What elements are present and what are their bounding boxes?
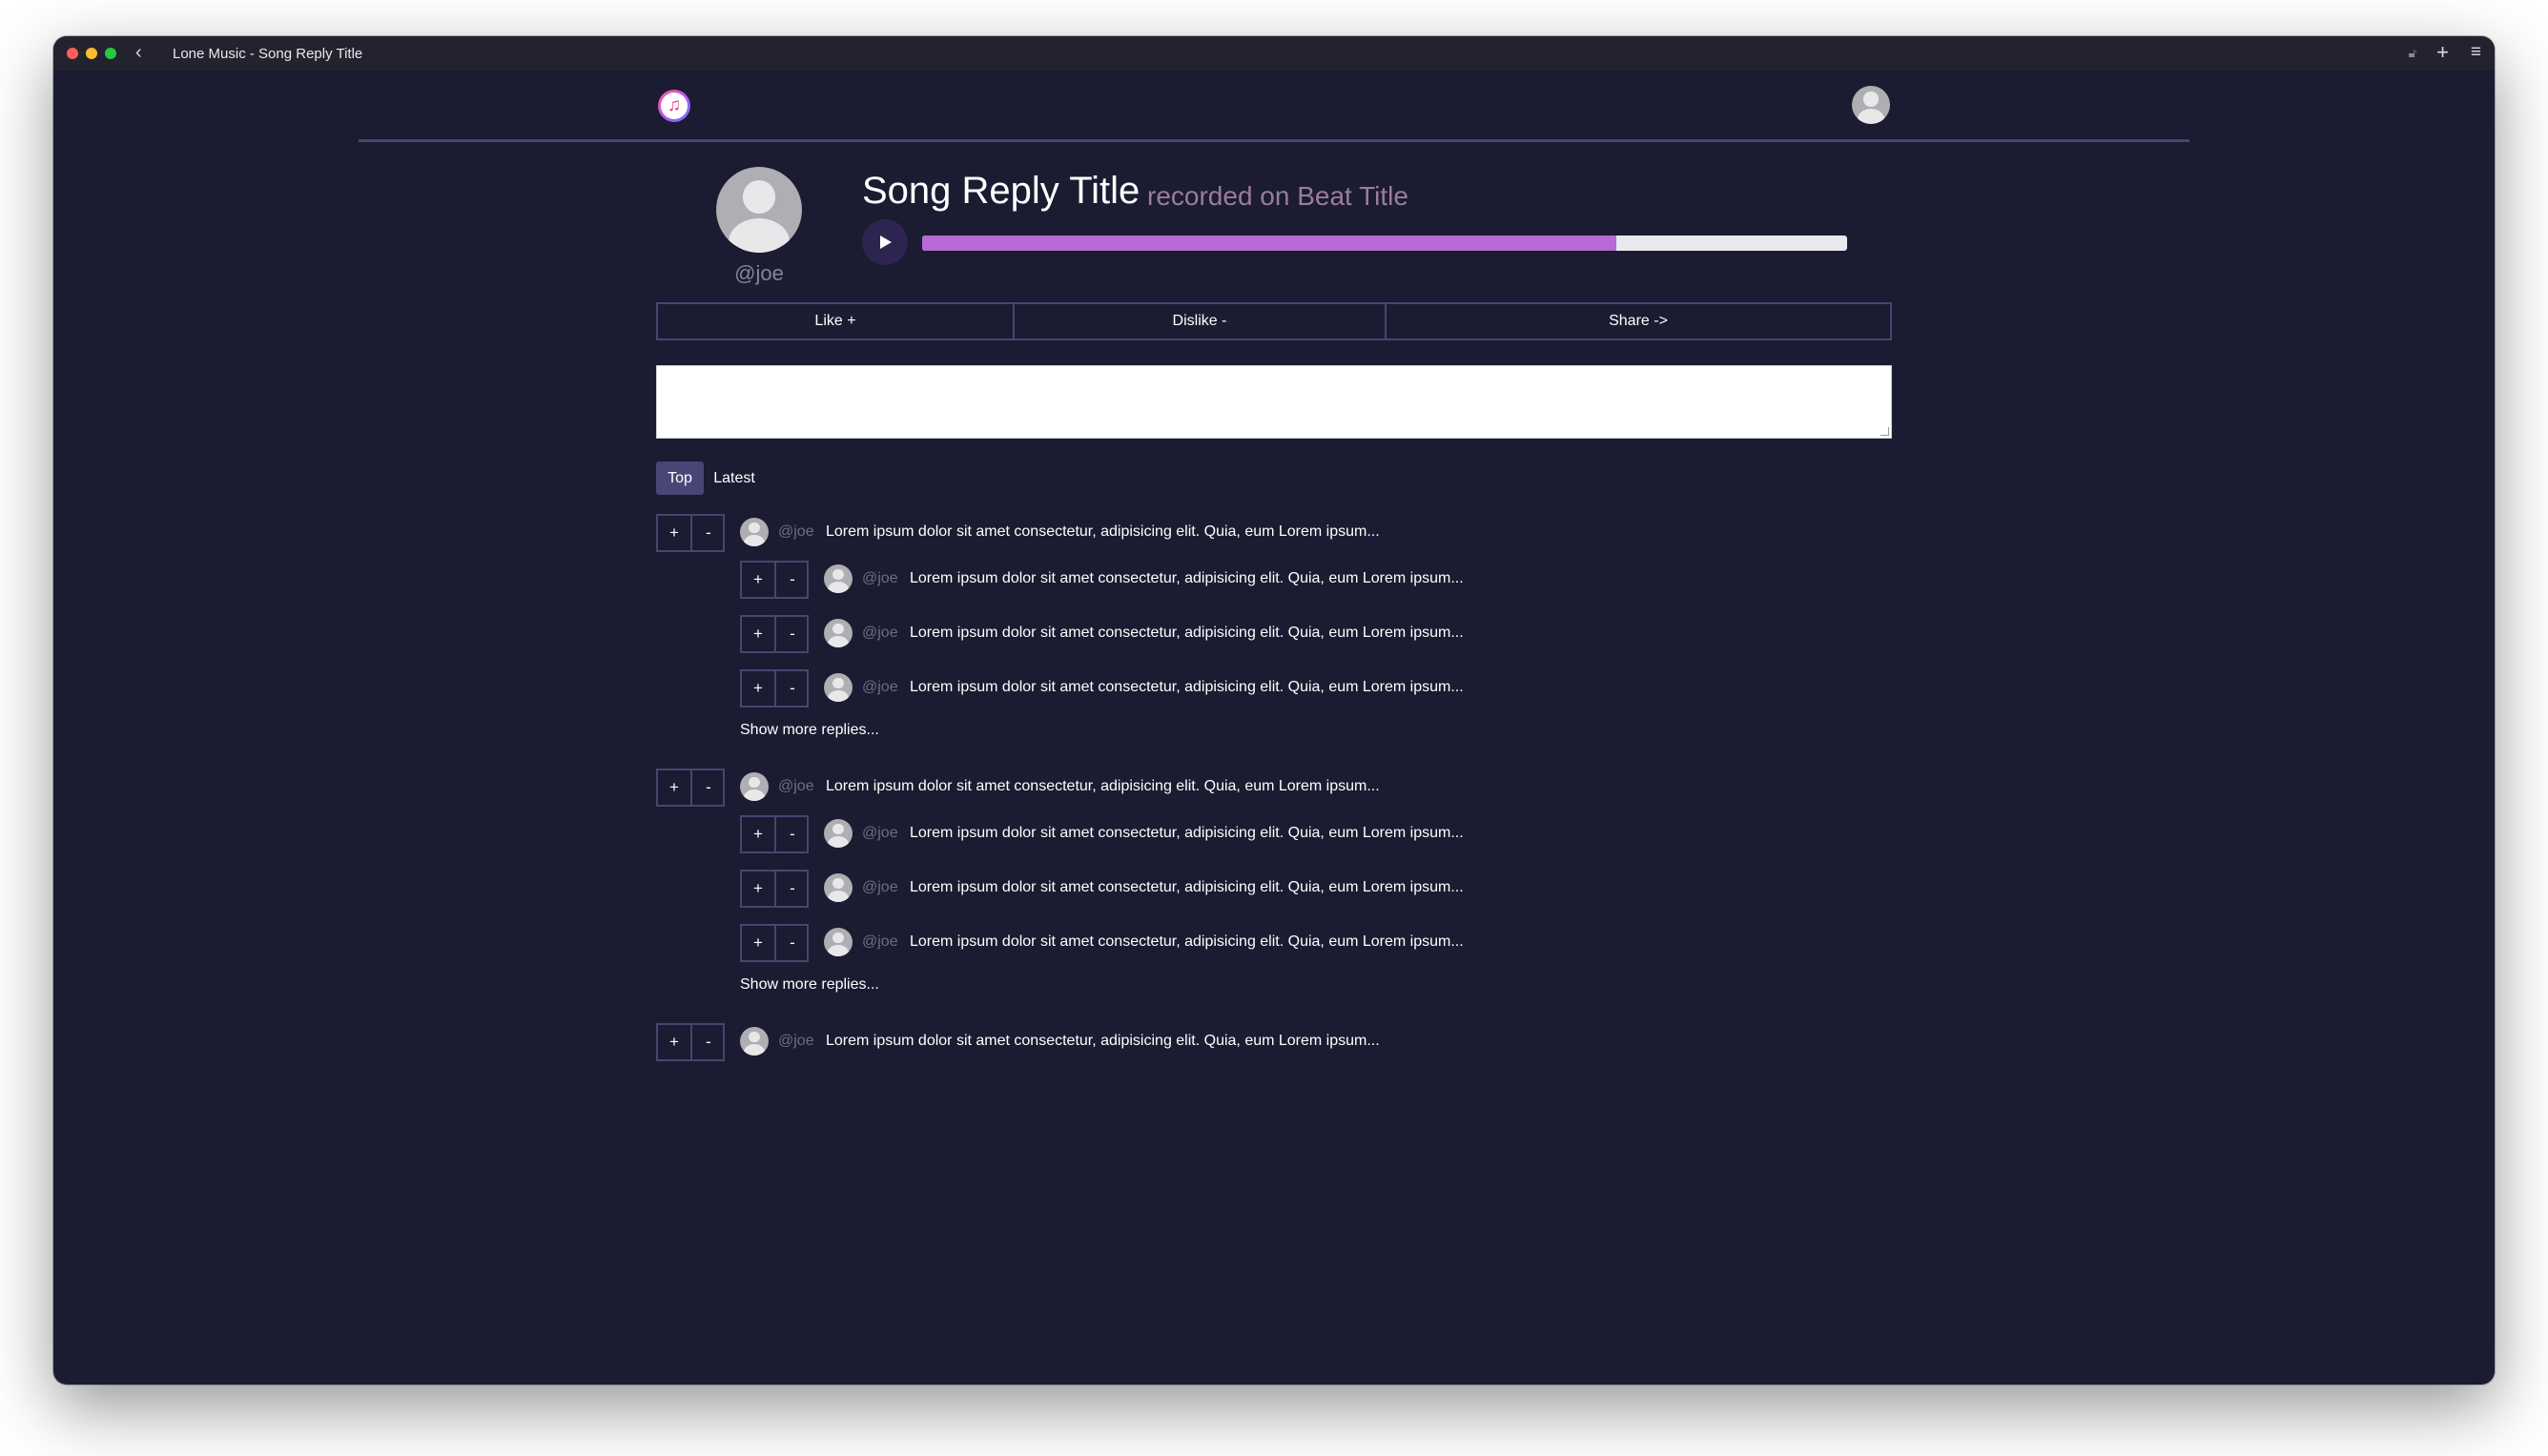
play-icon [880, 236, 892, 249]
comment-avatar[interactable] [740, 772, 769, 801]
author-avatar[interactable] [716, 167, 802, 253]
back-arrow-icon[interactable]: ‹ [135, 43, 142, 62]
downvote-button[interactable]: - [776, 926, 809, 960]
resize-handle[interactable] [1880, 427, 1889, 436]
comment-avatar[interactable] [824, 619, 853, 647]
upvote-button[interactable]: + [658, 516, 692, 550]
user-avatar[interactable] [1852, 86, 1890, 124]
comment-username[interactable]: @joe [778, 778, 814, 795]
downvote-button[interactable]: - [692, 516, 725, 550]
like-button[interactable]: Like + [656, 302, 1015, 340]
upvote-button[interactable]: + [742, 563, 776, 597]
lock-icon: 🔓︎ [2408, 46, 2416, 60]
vote-buttons: + - [740, 870, 809, 908]
comment-username[interactable]: @joe [862, 825, 898, 842]
new-tab-icon[interactable]: + [2436, 42, 2449, 63]
comment-username[interactable]: @joe [778, 523, 814, 541]
comment-avatar[interactable] [824, 564, 853, 593]
vote-buttons: + - [656, 769, 725, 807]
vote-buttons: + - [740, 924, 809, 962]
downvote-button[interactable]: - [776, 563, 809, 597]
recorded-on-beat[interactable]: recorded on Beat Title [1147, 181, 1408, 212]
vote-buttons: + - [740, 561, 809, 599]
comment-text: Lorem ipsum dolor sit amet consectetur, … [826, 523, 1380, 540]
audio-progress-fill [922, 236, 1616, 251]
tab-top[interactable]: Top [656, 461, 704, 495]
comment-text: Lorem ipsum dolor sit amet consectetur, … [910, 679, 1464, 695]
comment-text: Lorem ipsum dolor sit amet consectetur, … [910, 625, 1464, 641]
comment-text: Lorem ipsum dolor sit amet consectetur, … [910, 933, 1464, 950]
upvote-button[interactable]: + [742, 617, 776, 651]
comment-avatar[interactable] [824, 819, 853, 848]
show-more-replies-link[interactable]: Show more replies... [740, 722, 879, 739]
comment-text: Lorem ipsum dolor sit amet consectetur, … [826, 778, 1380, 794]
vote-buttons: + - [740, 615, 809, 653]
upvote-button[interactable]: + [742, 926, 776, 960]
close-window-button[interactable] [67, 48, 78, 59]
audio-progress-bar[interactable] [922, 236, 1847, 251]
play-button[interactable] [862, 219, 908, 265]
music-note-icon: ♫ [661, 92, 688, 119]
comment-text: Lorem ipsum dolor sit amet consectetur, … [910, 570, 1464, 586]
comment-username[interactable]: @joe [862, 570, 898, 587]
show-more-replies-link[interactable]: Show more replies... [740, 976, 879, 994]
comment-avatar[interactable] [740, 518, 769, 546]
downvote-button[interactable]: - [776, 817, 809, 851]
share-button[interactable]: Share -> [1385, 302, 1892, 340]
tab-latest[interactable]: Latest [708, 461, 761, 495]
comment-text: Lorem ipsum dolor sit amet consectetur, … [826, 1033, 1380, 1049]
comment-avatar[interactable] [824, 873, 853, 902]
upvote-button[interactable]: + [742, 872, 776, 906]
vote-buttons: + - [740, 669, 809, 707]
comment-avatar[interactable] [740, 1027, 769, 1056]
window-title: Lone Music - Song Reply Title [173, 46, 363, 62]
song-actions: Like + Dislike - Share -> [656, 302, 1892, 340]
downvote-button[interactable]: - [776, 671, 809, 706]
music-logo-icon[interactable]: ♫ [658, 90, 690, 122]
browser-window: ‹ Lone Music - Song Reply Title 🔓︎ + ≡ ♫… [53, 36, 2495, 1384]
vote-buttons: + - [656, 514, 725, 552]
comment-username[interactable]: @joe [862, 879, 898, 896]
song-title: Song Reply Title [862, 170, 1140, 212]
downvote-button[interactable]: - [776, 617, 809, 651]
zoom-window-button[interactable] [105, 48, 116, 59]
dislike-button[interactable]: Dislike - [1013, 302, 1387, 340]
vote-buttons: + - [740, 815, 809, 853]
upvote-button[interactable]: + [742, 817, 776, 851]
comment-text: Lorem ipsum dolor sit amet consectetur, … [910, 825, 1464, 841]
comment-username[interactable]: @joe [862, 679, 898, 696]
minimize-window-button[interactable] [86, 48, 97, 59]
comment-username[interactable]: @joe [862, 625, 898, 642]
title-bar: ‹ Lone Music - Song Reply Title 🔓︎ + ≡ [53, 36, 2495, 71]
reply-textarea[interactable] [656, 365, 1892, 439]
comment-avatar[interactable] [824, 928, 853, 956]
downvote-button[interactable]: - [776, 872, 809, 906]
comment-text: Lorem ipsum dolor sit amet consectetur, … [910, 879, 1464, 895]
vote-buttons: + - [656, 1023, 725, 1061]
upvote-button[interactable]: + [658, 770, 692, 805]
downvote-button[interactable]: - [692, 770, 725, 805]
comment-avatar[interactable] [824, 673, 853, 702]
menu-icon[interactable]: ≡ [2471, 43, 2481, 61]
upvote-button[interactable]: + [742, 671, 776, 706]
upvote-button[interactable]: + [658, 1025, 692, 1059]
header-divider [359, 139, 2189, 142]
comment-username[interactable]: @joe [862, 933, 898, 951]
downvote-button[interactable]: - [692, 1025, 725, 1059]
author-username[interactable]: @joe [716, 261, 802, 286]
comment-username[interactable]: @joe [778, 1033, 814, 1050]
